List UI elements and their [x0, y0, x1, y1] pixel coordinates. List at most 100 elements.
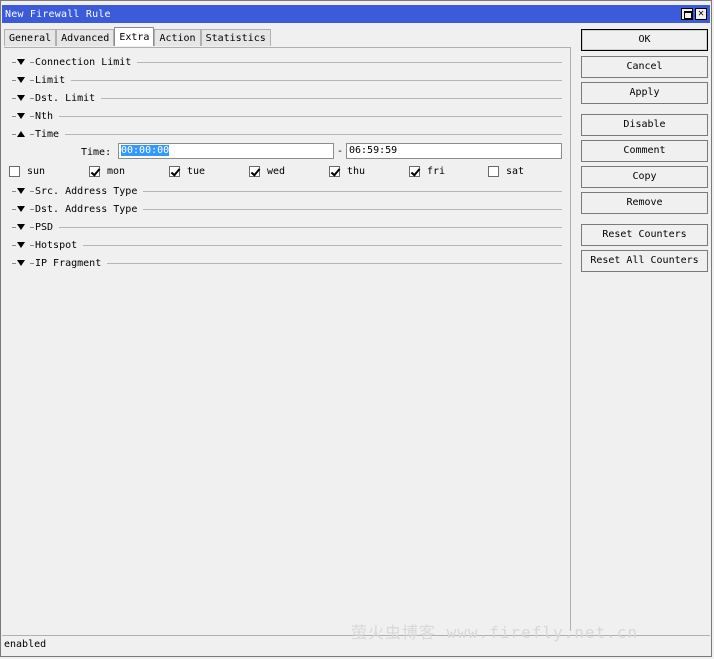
time-label: Time: — [81, 147, 112, 158]
weekday-checkboxes: sun mon tue wed thu fri sat — [9, 166, 569, 180]
section-dash — [12, 190, 16, 192]
section-dash — [12, 61, 16, 63]
cancel-button[interactable]: Cancel — [581, 56, 708, 78]
section-dash — [12, 133, 16, 135]
expand-arrow-icon[interactable] — [17, 113, 25, 119]
checkbox-sat[interactable] — [488, 166, 499, 177]
remove-button[interactable]: Remove — [581, 192, 708, 214]
section-dash — [30, 133, 34, 135]
checkbox-fri[interactable] — [409, 166, 420, 177]
checkbox-thu[interactable] — [329, 166, 340, 177]
day-label: sat — [506, 166, 525, 177]
checkbox-tue[interactable] — [169, 166, 180, 177]
reset-counters-button[interactable]: Reset Counters — [581, 224, 708, 246]
tab-action[interactable]: Action — [154, 29, 201, 46]
apply-button[interactable]: Apply — [581, 82, 708, 104]
section-dash — [12, 244, 16, 246]
section-dash — [12, 79, 16, 81]
section-psd[interactable]: PSD — [12, 220, 562, 234]
section-divider — [71, 79, 562, 81]
expand-arrow-icon[interactable] — [17, 188, 25, 194]
day-mon[interactable]: mon — [89, 166, 125, 177]
section-dash — [30, 61, 34, 63]
expand-arrow-icon[interactable] — [17, 206, 25, 212]
section-connection-limit[interactable]: Connection Limit — [12, 55, 562, 69]
tab-advanced[interactable]: Advanced — [56, 29, 115, 46]
close-icon[interactable]: ✕ — [695, 8, 707, 20]
time-to-input[interactable]: 06:59:59 — [346, 143, 562, 159]
collapse-arrow-icon[interactable] — [17, 131, 25, 137]
tab-bar: General Advanced Extra Action Statistics — [4, 27, 271, 47]
section-ip-fragment[interactable]: IP Fragment — [12, 256, 562, 270]
status-bar: enabled — [2, 635, 710, 653]
section-label: IP Fragment — [35, 257, 102, 269]
time-separator: - — [337, 146, 344, 157]
checkbox-sun[interactable] — [9, 166, 20, 177]
section-dst-limit[interactable]: Dst. Limit — [12, 91, 562, 105]
section-dash — [30, 244, 34, 246]
section-divider — [59, 226, 562, 228]
section-dash — [12, 226, 16, 228]
checkbox-wed[interactable] — [249, 166, 260, 177]
tab-general[interactable]: General — [4, 29, 57, 46]
firewall-rule-window: New Firewall Rule ✕ General Advanced Ext… — [0, 0, 712, 657]
expand-arrow-icon[interactable] — [17, 77, 25, 83]
day-wed[interactable]: wed — [249, 166, 285, 177]
section-label: Hotspot — [35, 239, 78, 251]
day-fri[interactable]: fri — [409, 166, 445, 177]
day-label: mon — [107, 166, 126, 177]
expand-arrow-icon[interactable] — [17, 242, 25, 248]
section-dash — [30, 115, 34, 117]
window-title: New Firewall Rule — [5, 8, 111, 20]
tab-extra[interactable]: Extra — [114, 27, 155, 46]
section-dash — [30, 226, 34, 228]
section-divider — [107, 262, 562, 264]
expand-arrow-icon[interactable] — [17, 59, 25, 65]
section-dash — [12, 97, 16, 99]
checkbox-mon[interactable] — [89, 166, 100, 177]
section-dst-address-type[interactable]: Dst. Address Type — [12, 202, 562, 216]
section-hotspot[interactable]: Hotspot — [12, 238, 562, 252]
comment-button[interactable]: Comment — [581, 140, 708, 162]
section-label: Dst. Address Type — [35, 203, 138, 215]
tab-statistics[interactable]: Statistics — [200, 29, 271, 46]
day-tue[interactable]: tue — [169, 166, 205, 177]
section-nth[interactable]: Nth — [12, 109, 562, 123]
day-label: tue — [187, 166, 206, 177]
ok-button[interactable]: OK — [581, 29, 708, 51]
day-label: wed — [267, 166, 286, 177]
expand-arrow-icon[interactable] — [17, 224, 25, 230]
section-label: Src. Address Type — [35, 185, 138, 197]
section-label: Time — [35, 128, 60, 140]
day-sat[interactable]: sat — [488, 166, 524, 177]
section-divider — [83, 244, 562, 246]
day-thu[interactable]: thu — [329, 166, 365, 177]
expand-arrow-icon[interactable] — [17, 260, 25, 266]
section-label: Connection Limit — [35, 56, 132, 68]
section-dash — [30, 79, 34, 81]
section-dash — [12, 262, 16, 264]
section-label: Nth — [35, 110, 54, 122]
day-label: fri — [427, 166, 446, 177]
section-divider — [137, 61, 562, 63]
maximize-icon[interactable] — [681, 8, 693, 20]
section-dash — [12, 208, 16, 210]
section-divider — [59, 115, 562, 117]
title-bar[interactable]: New Firewall Rule ✕ — [2, 5, 710, 23]
disable-button[interactable]: Disable — [581, 114, 708, 136]
copy-button[interactable]: Copy — [581, 166, 708, 188]
section-dash — [30, 208, 34, 210]
expand-arrow-icon[interactable] — [17, 95, 25, 101]
reset-all-counters-button[interactable]: Reset All Counters — [581, 250, 708, 272]
time-range-row: Time: 00:00:00 - 06:59:59 — [4, 143, 569, 161]
day-label: thu — [347, 166, 366, 177]
status-text: enabled — [4, 639, 47, 650]
section-limit[interactable]: Limit — [12, 73, 562, 87]
time-from-input[interactable]: 00:00:00 — [118, 143, 334, 159]
section-time[interactable]: Time — [12, 127, 562, 141]
section-label: Limit — [35, 74, 66, 86]
extra-panel: Connection Limit Limit Dst. Limit Nth Ti… — [4, 47, 571, 631]
section-divider — [101, 97, 562, 99]
section-src-address-type[interactable]: Src. Address Type — [12, 184, 562, 198]
day-sun[interactable]: sun — [9, 166, 45, 177]
